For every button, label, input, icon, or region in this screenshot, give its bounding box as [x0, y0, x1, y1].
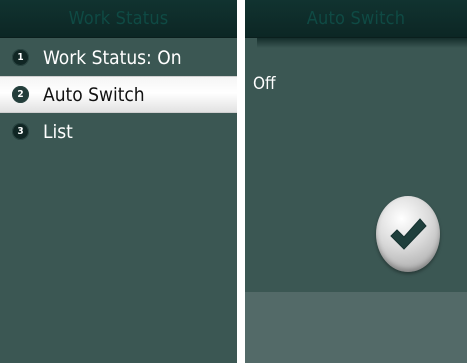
menu-item-label: Work Status: On [43, 46, 182, 69]
number-badge-1: 1 [12, 49, 29, 66]
checkmark-icon [390, 218, 427, 250]
work-status-screen: Work Status 1 Work Status: On 2 Auto Swi… [0, 0, 237, 363]
menu-item-work-status[interactable]: 1 Work Status: On [0, 39, 237, 76]
menu-list: 1 Work Status: On 2 Auto Switch 3 List [0, 39, 237, 150]
menu-item-list[interactable]: 3 List [0, 113, 237, 150]
title-bar: Auto Switch [245, 0, 467, 38]
number-badge-2: 2 [12, 86, 29, 103]
title-bar: Work Status [0, 0, 237, 38]
bottom-panel [245, 292, 467, 363]
menu-item-label: List [43, 120, 73, 143]
screen-title: Work Status [68, 8, 169, 29]
setting-value: Off [253, 74, 276, 94]
auto-switch-screen: Auto Switch Off [245, 0, 467, 363]
menu-item-label: Auto Switch [43, 83, 145, 106]
screen-title: Auto Switch [306, 8, 406, 29]
menu-item-auto-switch[interactable]: 2 Auto Switch [0, 76, 237, 113]
number-badge-3: 3 [12, 123, 29, 140]
confirm-button[interactable] [376, 196, 440, 272]
divider [257, 38, 467, 48]
